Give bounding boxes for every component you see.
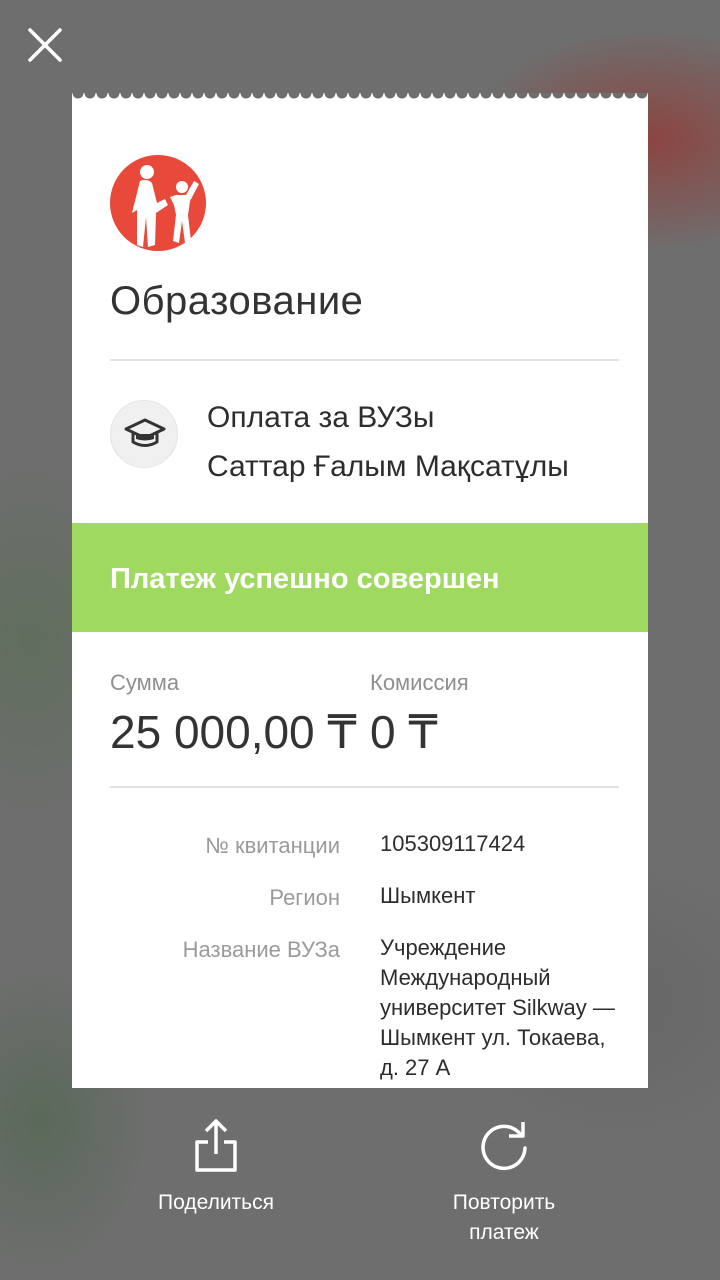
- close-icon: [28, 28, 62, 62]
- service-icon-badge: [110, 400, 178, 468]
- family-logo-icon: [110, 155, 206, 251]
- receipt-number-label: № квитанции: [205, 833, 340, 858]
- divider: [110, 359, 619, 361]
- amount-label: Сумма: [110, 670, 180, 695]
- university-label: Название ВУЗа: [182, 937, 340, 962]
- university-value: Учреждение Международный университет Sil…: [380, 935, 615, 1080]
- category-title: Образование: [110, 279, 364, 323]
- divider: [110, 786, 619, 788]
- receipt-number-value: 105309117424: [380, 831, 526, 856]
- status-banner: Платеж успешно совершен: [72, 523, 648, 632]
- repeat-payment-button[interactable]: Повторить платеж: [428, 1118, 580, 1248]
- payment-receipt: Образование Оплата за ВУЗы Саттар Ғалым …: [72, 93, 648, 1088]
- share-label: Поделиться: [158, 1191, 274, 1214]
- share-icon: [195, 1119, 237, 1172]
- share-button[interactable]: Поделиться: [140, 1118, 292, 1218]
- repeat-payment-label: Повторить платеж: [452, 1191, 556, 1244]
- receipt-scallop-edge: [72, 93, 648, 105]
- service-name: Оплата за ВУЗы: [207, 401, 435, 434]
- graduation-cap-icon: [124, 418, 166, 447]
- commission-value: 0 ₸: [370, 706, 438, 758]
- category-logo: [110, 155, 206, 251]
- payer-name: Саттар Ғалым Мақсатұлы: [207, 450, 569, 483]
- region-value: Шымкент: [380, 883, 476, 908]
- close-button[interactable]: [22, 22, 68, 68]
- refresh-icon: [481, 1122, 527, 1171]
- action-bar: Поделиться Повторить платеж: [0, 1088, 720, 1280]
- amount-value: 25 000,00 ₸: [110, 706, 357, 758]
- status-text: Платеж успешно совершен: [110, 563, 500, 595]
- commission-label: Комиссия: [370, 670, 469, 695]
- region-label: Регион: [269, 885, 340, 910]
